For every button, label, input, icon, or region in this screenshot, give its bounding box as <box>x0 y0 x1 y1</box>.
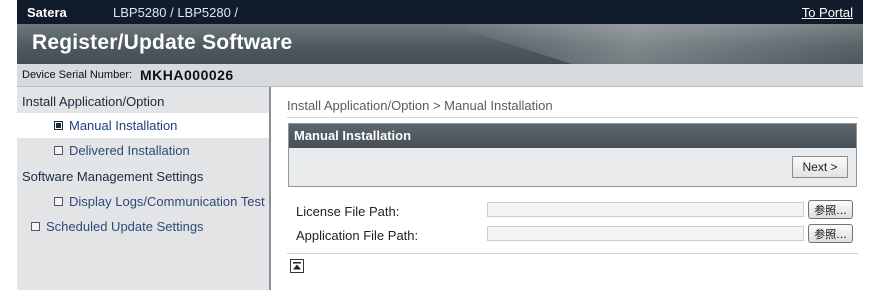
next-button[interactable]: Next > <box>792 156 848 178</box>
brand-name: Satera <box>27 5 67 20</box>
top-bar: Satera LBP5280 / LBP5280 / To Portal <box>17 0 863 24</box>
sidebar-item-scheduled-update[interactable]: Scheduled Update Settings <box>17 214 269 239</box>
sidebar-header-install[interactable]: Install Application/Option <box>17 89 269 114</box>
sidebar-item-label: Scheduled Update Settings <box>46 219 204 234</box>
divider <box>287 253 858 254</box>
sidebar-header-software-management[interactable]: Software Management Settings <box>17 164 269 189</box>
page-banner: Register/Update Software <box>17 24 863 64</box>
square-bullet-icon <box>31 222 40 232</box>
banner-decoration <box>447 24 863 64</box>
to-portal-link[interactable]: To Portal <box>802 5 853 20</box>
square-bullet-icon <box>54 146 63 156</box>
sidebar-item-manual-installation[interactable]: Manual Installation <box>17 113 269 138</box>
square-bullet-icon <box>54 197 63 207</box>
license-file-input[interactable] <box>487 202 804 217</box>
sidebar-header-label: Install Application/Option <box>22 94 165 109</box>
sidebar: Install Application/Option Manual Instal… <box>17 87 271 290</box>
page-title: Register/Update Software <box>32 31 293 54</box>
application-file-row: Application File Path: 参照... <box>287 224 858 247</box>
sidebar-item-display-logs[interactable]: Display Logs/Communication Test <box>17 189 269 214</box>
application-file-label: Application File Path: <box>296 228 419 243</box>
panel-title: Manual Installation <box>289 124 856 148</box>
back-to-top-icon[interactable] <box>290 259 304 273</box>
license-file-label: License File Path: <box>296 204 400 219</box>
application-file-input[interactable] <box>487 226 804 241</box>
divider <box>287 117 858 118</box>
serial-label: Device Serial Number: <box>22 69 133 81</box>
serial-value: MKHA000026 <box>140 67 234 83</box>
square-bullet-icon <box>54 121 63 131</box>
manual-installation-panel: Manual Installation Next > <box>288 123 857 187</box>
application-browse-button[interactable]: 参照... <box>808 224 853 243</box>
license-file-row: License File Path: 参照... <box>287 200 858 223</box>
device-model: LBP5280 / LBP5280 / <box>113 5 239 20</box>
sidebar-header-label: Software Management Settings <box>22 169 204 184</box>
sidebar-item-label: Manual Installation <box>69 118 178 133</box>
sidebar-item-label: Display Logs/Communication Test <box>69 194 265 209</box>
sidebar-item-label: Delivered Installation <box>69 143 190 158</box>
license-browse-button[interactable]: 参照... <box>808 200 853 219</box>
breadcrumb: Install Application/Option > Manual Inst… <box>287 98 553 113</box>
device-serial-bar: Device Serial Number: MKHA000026 <box>17 64 863 87</box>
sidebar-item-delivered-installation[interactable]: Delivered Installation <box>17 138 269 163</box>
